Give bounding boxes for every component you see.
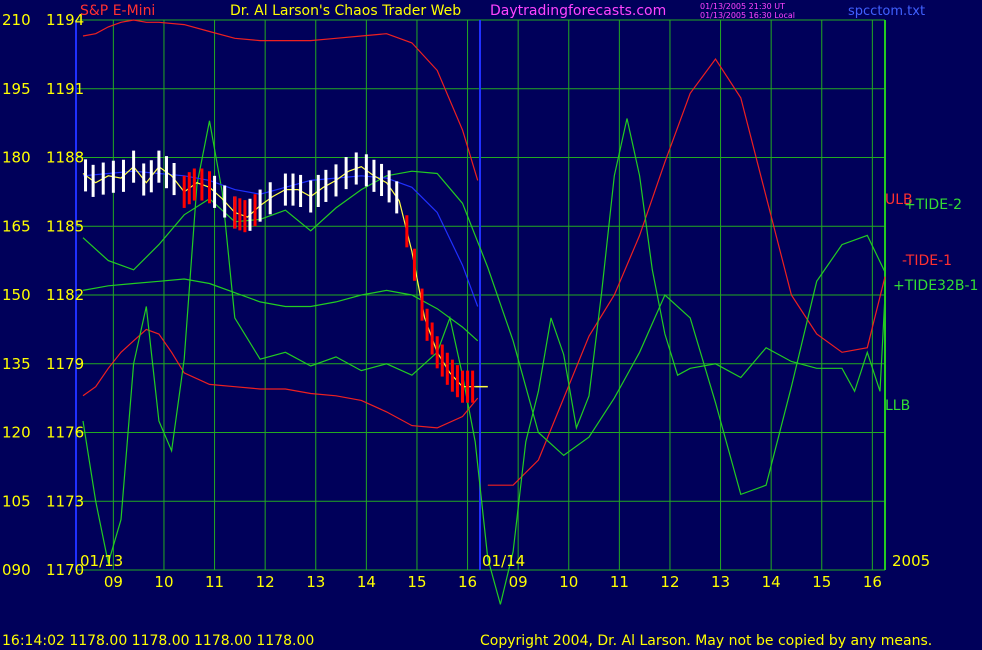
y-label-scale: 135: [2, 355, 31, 373]
x-label-hour: 10: [154, 573, 173, 591]
series-label-tide32b: +TIDE32B-1: [893, 278, 978, 294]
y-label-scale: 120: [2, 424, 31, 442]
x-label-hour: 12: [660, 573, 679, 591]
x-label-hour: 10: [559, 573, 578, 591]
y-label-price: 1173: [46, 492, 84, 510]
y-label-scale: 090: [2, 561, 31, 579]
instrument-title: S&P E-Mini: [80, 3, 155, 19]
chart-title: Dr. Al Larson's Chaos Trader Web: [230, 3, 461, 19]
date-label-2: 01/14: [482, 552, 525, 570]
x-label-hour: 16: [863, 573, 882, 591]
y-label-scale: 105: [2, 492, 31, 510]
file-name: spcctom.txt: [848, 4, 925, 19]
copyright: Copyright 2004, Dr. Al Larson. May not b…: [480, 633, 932, 649]
x-label-hour: 12: [256, 573, 275, 591]
y-label-scale: 150: [2, 286, 31, 304]
x-label-hour: 16: [458, 573, 477, 591]
x-label-hour: 13: [306, 573, 325, 591]
series-label-llb: LLB: [885, 398, 910, 414]
y-label-price: 1191: [46, 80, 84, 98]
x-label-hour: 14: [762, 573, 781, 591]
y-label-price: 1176: [46, 424, 84, 442]
x-label-hour: 13: [711, 573, 730, 591]
y-label-price: 1170: [46, 561, 84, 579]
y-label-price: 1194: [46, 11, 84, 29]
quote-readout: 16:14:02 1178.00 1178.00 1178.00 1178.00: [2, 633, 314, 649]
timestamp-ut: 01/13/2005 21:30 UT: [700, 2, 785, 11]
x-label-hour: 15: [812, 573, 831, 591]
y-label-scale: 180: [2, 149, 31, 167]
x-label-hour: 14: [357, 573, 376, 591]
x-label-hour: 09: [509, 573, 528, 591]
y-label-scale: 210: [2, 11, 31, 29]
date-label-1: 01/13: [80, 552, 123, 570]
y-label-scale: 165: [2, 217, 31, 235]
site-title: Daytradingforecasts.com: [490, 3, 666, 19]
year-label: 2005: [892, 552, 930, 570]
y-label-scale: 195: [2, 80, 31, 98]
x-label-hour: 11: [610, 573, 629, 591]
y-label-price: 1182: [46, 286, 84, 304]
timestamp-local: 01/13/2005 16:30 Local: [700, 11, 795, 20]
series-label-tide1: -TIDE-1: [902, 253, 952, 269]
x-label-hour: 15: [407, 573, 426, 591]
y-label-price: 1188: [46, 149, 84, 167]
chart: 210 1194 195 1191 180 1188 165 1185 150 1182 135 11…: [0, 0, 982, 650]
x-label-hour: 11: [205, 573, 224, 591]
y-label-price: 1185: [46, 217, 84, 235]
x-label-hour: 09: [104, 573, 123, 591]
series-label-tide2: +TIDE-2: [904, 197, 962, 213]
y-label-price: 1179: [46, 355, 84, 373]
